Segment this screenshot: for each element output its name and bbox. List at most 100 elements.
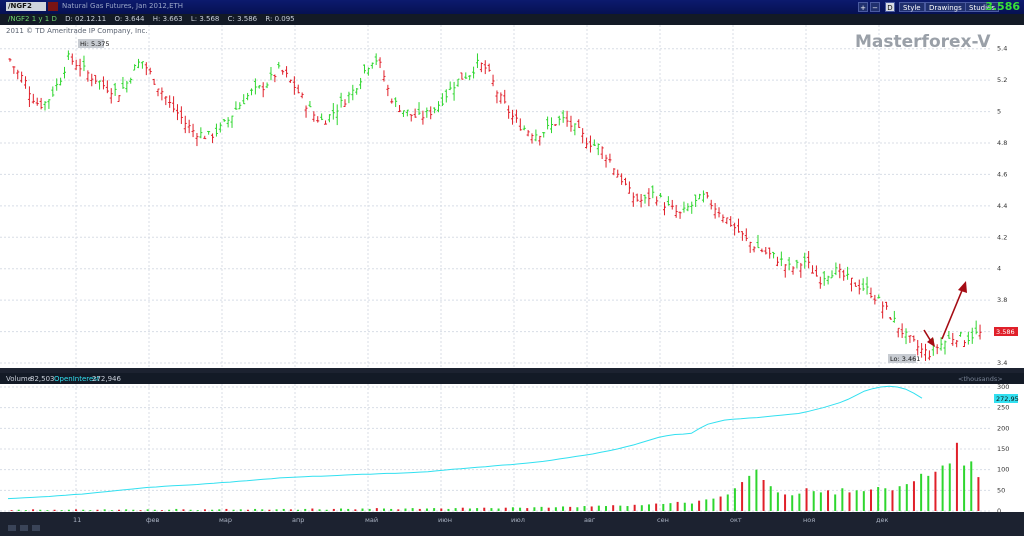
chart-area[interactable]: 3.43.63.844.24.44.64.855.25.4 0501001502… — [0, 25, 1024, 534]
volume-bar — [361, 508, 364, 511]
info-open: O: 3.644 — [114, 15, 145, 23]
volume-bar — [784, 494, 787, 511]
volume-bar — [340, 508, 343, 511]
volume-bar — [10, 510, 13, 511]
volume-bar — [261, 509, 264, 511]
volume-bar — [977, 477, 980, 511]
volume-bar — [454, 508, 457, 511]
volume-bar — [96, 509, 99, 511]
volume-bar — [504, 507, 507, 511]
volume-bar — [862, 491, 865, 511]
lo-label: Lo: 3.461 — [890, 355, 920, 363]
x-tick-label: мар — [219, 516, 232, 524]
copyright-text: 2011 © TD Ameritrade IP Company, Inc. — [6, 27, 148, 35]
volume-bar — [304, 508, 307, 511]
volume-bar — [461, 507, 464, 511]
volume-bar — [741, 482, 744, 511]
volume-bar — [82, 509, 85, 511]
volume-bar — [834, 494, 837, 511]
volume-header — [0, 373, 1024, 384]
watermark: Masterforex-V — [855, 32, 991, 52]
volume-bar — [368, 508, 371, 511]
scroll-right-icon[interactable] — [20, 525, 28, 531]
volume-bar — [848, 492, 851, 511]
volume-bar — [175, 508, 178, 511]
volume-bar — [776, 492, 779, 511]
volume-bar — [533, 507, 536, 511]
volume-bar — [196, 510, 199, 511]
volume-bar — [554, 507, 557, 511]
volume-bar — [791, 495, 794, 511]
info-high: H: 3.663 — [152, 15, 183, 23]
volume-bar — [125, 509, 128, 511]
volume-bar — [418, 508, 421, 511]
volume-bar — [447, 508, 450, 511]
volume-bar — [67, 509, 70, 511]
volume-bar — [562, 506, 565, 511]
volume-bar — [375, 508, 378, 511]
volume-bar — [24, 510, 27, 511]
symbol-input[interactable]: /NGF2 — [6, 2, 46, 11]
volume-bar — [160, 510, 163, 511]
volume-bar — [325, 509, 328, 511]
price-y-tick: 4 — [997, 265, 1001, 273]
volume-bar — [39, 509, 42, 511]
volume-bar — [805, 488, 808, 511]
scroll-left-icon[interactable] — [8, 525, 16, 531]
price-chart-svg[interactable]: 3.43.63.844.24.44.64.855.25.4 0501001502… — [0, 25, 1024, 534]
zoom-in-icon[interactable]: + — [858, 2, 868, 12]
volume-bar — [225, 508, 228, 511]
volume-bar — [569, 506, 572, 511]
x-tick-label: сен — [657, 516, 669, 524]
volume-bar — [146, 509, 149, 511]
zoom-slider-icon[interactable] — [32, 525, 40, 531]
volume-bar — [239, 509, 242, 511]
volume-bar — [483, 507, 486, 511]
volume-bar — [912, 481, 915, 511]
volume-bar — [647, 504, 650, 511]
pane-divider[interactable] — [0, 368, 1024, 373]
volume-bar — [755, 469, 758, 511]
price-y-tick: 5.2 — [997, 76, 1007, 84]
volume-bar — [268, 509, 271, 511]
volume-bar — [511, 507, 514, 511]
volume-bar — [289, 509, 292, 511]
volume-bar — [118, 509, 121, 511]
volume-bar — [855, 490, 858, 511]
zoom-out-icon[interactable]: − — [870, 2, 880, 12]
volume-bar — [425, 508, 428, 511]
x-tick-label: окт — [730, 516, 742, 524]
volume-bar — [411, 508, 414, 511]
volume-bar — [347, 508, 350, 511]
volume-bar — [698, 500, 701, 511]
price-pane — [0, 25, 992, 368]
volume-bar — [168, 509, 171, 511]
volume-bar — [53, 509, 56, 511]
volume-bar — [970, 461, 973, 511]
info-low: L: 3.568 — [190, 15, 220, 23]
volume-bar — [841, 488, 844, 511]
volume-units: <thousands> — [958, 375, 1003, 383]
volume-bar — [132, 509, 135, 511]
x-tick-label: июл — [511, 516, 525, 524]
volume-bar — [153, 509, 156, 511]
price-y-tick: 5 — [997, 108, 1001, 116]
volume-y-tick: 300 — [997, 383, 1009, 391]
volume-bar — [519, 507, 522, 511]
chart-title: Natural Gas Futures, Jan 2012,ETH — [62, 2, 184, 10]
volume-bar — [583, 506, 586, 511]
title-bar: /NGF2 Natural Gas Futures, Jan 2012,ETH … — [0, 0, 1024, 15]
info-symbol: /NGF2 1 y 1 D — [8, 15, 57, 23]
style-button[interactable]: Style — [899, 2, 925, 12]
volume-bar — [877, 487, 880, 511]
volume-bar — [891, 490, 894, 511]
volume-bar — [232, 509, 235, 511]
drawings-button[interactable]: Drawings — [925, 2, 966, 12]
symbol-lookup-button[interactable] — [48, 2, 58, 11]
volume-bar — [218, 509, 221, 511]
volume-bar — [812, 491, 815, 511]
volume-bar — [927, 475, 930, 511]
volume-bar — [712, 498, 715, 511]
volume-bar — [612, 505, 615, 511]
period-button[interactable]: D — [885, 2, 895, 12]
